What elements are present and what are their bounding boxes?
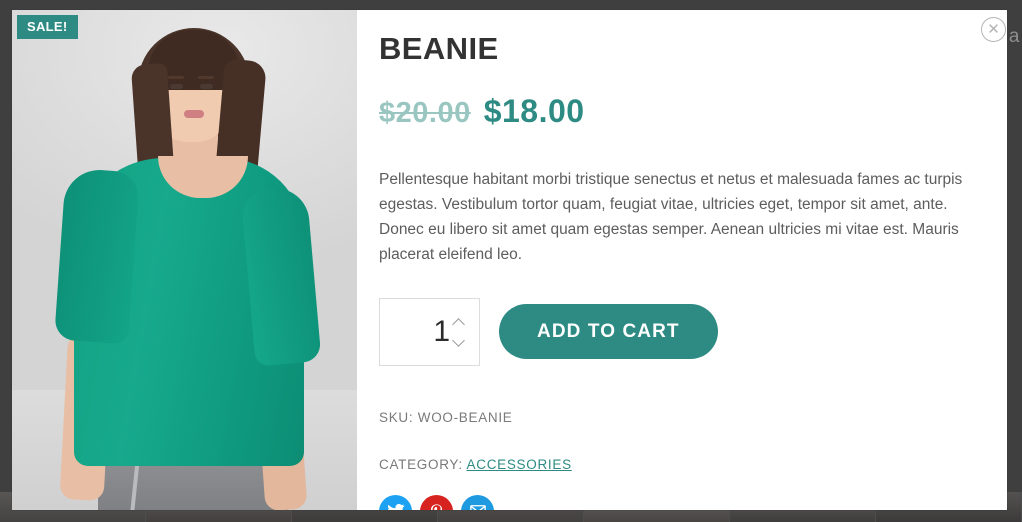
pinterest-icon[interactable] [420,494,453,510]
category-label: CATEGORY: [379,456,463,472]
product-category: CATEGORY: ACCESSORIES [379,457,977,472]
page-title: BEANIE [379,31,499,66]
chevron-down-icon[interactable] [453,338,466,345]
close-icon[interactable]: ✕ [981,17,1006,42]
original-price: $20.00 [379,97,471,130]
product-gallery[interactable]: SALE! [12,10,357,510]
product-quick-view-modal: SALE! BEANIE $20.00 $18.00 Pellentesque … [12,10,1007,510]
email-icon[interactable] [461,494,494,510]
add-to-cart-button[interactable]: ADD TO CART [499,304,718,360]
product-sku: SKU: WOO-BEANIE [379,409,513,425]
quantity-stepper[interactable] [379,297,480,366]
product-summary: BEANIE $20.00 $18.00 Pellentesque habita… [357,10,1007,510]
product-description: Pellentesque habitant morbi tristique se… [379,171,963,264]
category-link[interactable]: ACCESSORIES [467,457,572,472]
chevron-up-icon[interactable] [453,319,466,326]
twitter-icon[interactable] [379,494,412,510]
price-row: $20.00 $18.00 [379,93,977,130]
quantity-input[interactable] [384,314,450,349]
sale-badge: SALE! [17,15,78,39]
share-buttons [379,494,977,510]
sale-price: $18.00 [483,93,585,130]
quantity-arrows [453,299,466,365]
background-peek-text: a [1008,26,1020,47]
product-image[interactable] [12,10,357,510]
add-to-cart-row: ADD TO CART [379,297,977,366]
